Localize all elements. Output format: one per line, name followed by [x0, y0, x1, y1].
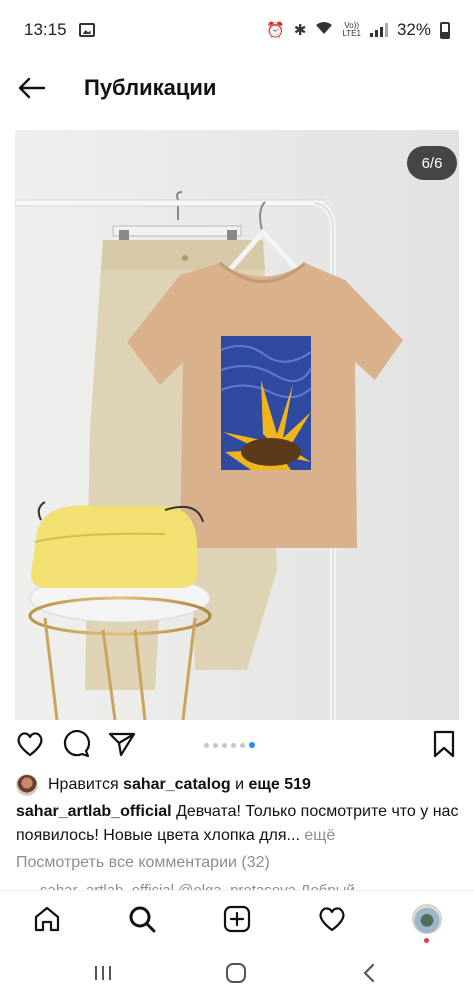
- slide-counter-badge: 6/6: [407, 146, 457, 180]
- caption-more-link[interactable]: ещё: [300, 827, 335, 844]
- header: Публикации: [0, 60, 474, 116]
- carousel-dot-active: [249, 742, 255, 748]
- gallery-icon: [78, 23, 95, 37]
- likes-and: и: [235, 776, 245, 793]
- likes-prefix: Нравится: [48, 776, 119, 793]
- plus-square-icon: [223, 905, 251, 933]
- battery-percent: 32%: [396, 20, 431, 39]
- nav-search[interactable]: [126, 903, 158, 935]
- recent-apps-icon: [95, 966, 111, 980]
- paper-plane-icon: [108, 732, 136, 757]
- post-image[interactable]: 6/6: [15, 130, 459, 720]
- wifi-icon: [315, 21, 333, 39]
- home-icon: [34, 906, 60, 932]
- bluetooth-icon: ✱: [293, 22, 307, 39]
- back-button[interactable]: [0, 60, 64, 116]
- post-photo: [15, 130, 459, 720]
- home-button[interactable]: [224, 962, 248, 984]
- likes-row[interactable]: Нравится sahar_catalog и еще 519: [16, 774, 311, 796]
- like-button[interactable]: [14, 728, 46, 760]
- carousel-dot: [240, 742, 245, 748]
- home-circle-icon: [226, 963, 246, 983]
- heart-icon: [17, 732, 43, 757]
- comment-button[interactable]: [60, 728, 92, 760]
- volte-indicator: Vo)) LTE1: [342, 21, 361, 38]
- chevron-left-icon: [363, 963, 375, 983]
- nav-create[interactable]: [221, 903, 253, 935]
- heart-icon: [319, 907, 345, 932]
- comment-icon: [63, 730, 90, 758]
- alarm-icon: ⏰: [266, 22, 285, 39]
- recent-apps-button[interactable]: [91, 962, 115, 984]
- page-title: Публикации: [84, 75, 217, 100]
- nav-profile[interactable]: [411, 903, 443, 943]
- carousel-dots: [204, 742, 255, 748]
- view-all-comments-link[interactable]: Посмотреть все комментарии (32): [16, 854, 270, 872]
- carousel-dot: [222, 742, 227, 748]
- carousel-dot: [204, 742, 209, 748]
- share-button[interactable]: [106, 728, 138, 760]
- battery-icon: [440, 21, 450, 39]
- notification-dot: [424, 938, 429, 943]
- bookmark-icon: [433, 730, 455, 758]
- status-icons: ⏰ ✱ Vo)) LTE1 32%: [266, 20, 450, 40]
- system-nav-bar: [0, 946, 474, 1000]
- nav-home[interactable]: [31, 903, 63, 935]
- signal-icon: [369, 23, 388, 37]
- carousel-dot: [213, 742, 218, 748]
- arrow-left-icon: [18, 77, 46, 99]
- post-caption: sahar_artlab_official Девчата! Только по…: [16, 800, 460, 848]
- carousel-dot: [231, 742, 236, 748]
- post-actions: [0, 728, 474, 764]
- status-bar: 13:15 ⏰ ✱ Vo)) LTE1 32%: [0, 0, 474, 60]
- bottom-nav: [0, 890, 474, 946]
- save-button[interactable]: [428, 728, 460, 760]
- liker-username[interactable]: sahar_catalog: [123, 776, 231, 794]
- status-time: 13:15: [24, 20, 67, 39]
- liker-avatar: [16, 774, 38, 796]
- system-back-button[interactable]: [357, 962, 381, 984]
- nav-activity[interactable]: [316, 903, 348, 935]
- search-icon: [129, 906, 156, 933]
- profile-avatar: [412, 904, 442, 934]
- likes-others[interactable]: еще 519: [249, 776, 311, 794]
- caption-author[interactable]: sahar_artlab_official: [16, 803, 172, 820]
